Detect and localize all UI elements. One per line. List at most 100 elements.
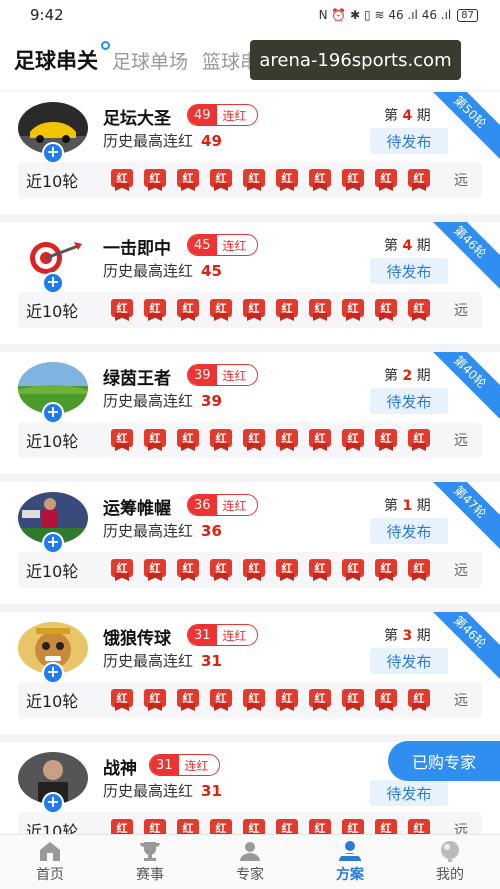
pending-publish-button[interactable]: 待发布 (370, 780, 448, 806)
win-badge-text: 红 (413, 432, 425, 445)
win-badge-icon: 红 (273, 427, 301, 453)
period-label: 第 4 期 (384, 238, 431, 254)
win-badge-icon: 红 (372, 557, 400, 583)
nav-label-home: 首页 (36, 867, 64, 883)
pending-publish-button[interactable]: 待发布 (370, 258, 448, 284)
win-badge-icon: 红 (273, 687, 301, 713)
win-badge-text: 红 (248, 562, 260, 575)
recent-label: 近10轮 (26, 692, 79, 711)
streak-badge: 45 连红 (187, 234, 258, 256)
streak-label: 连红 (222, 108, 247, 123)
win-badge-icon: 红 (405, 297, 433, 323)
win-badge-icon: 红 (240, 427, 268, 453)
win-badge-text: 红 (149, 172, 161, 185)
expert-card[interactable]: + 一击即中 45 连红 历史最高连红 45 第 4 期 待发布 第46轮 近10… (0, 222, 500, 344)
win-badge-icon: 红 (141, 427, 169, 453)
follow-plus-icon[interactable]: + (42, 142, 64, 164)
tab-football-parlay[interactable]: 足球串关 (14, 41, 110, 75)
win-badge-text: 红 (281, 432, 293, 445)
win-badge-text: 红 (380, 432, 392, 445)
win-badge-text: 红 (413, 302, 425, 315)
expert-card[interactable]: + 绿茵王者 39 连红 历史最高连红 39 第 2 期 待发布 第40轮 近10… (0, 352, 500, 474)
history-best: 历史最高连红 31 (103, 652, 222, 670)
win-badge-text: 红 (347, 302, 359, 315)
win-badge-text: 红 (215, 822, 227, 834)
streak-badge: 31 连红 (187, 624, 258, 646)
follow-plus-icon[interactable]: + (42, 792, 64, 814)
streak-badge: 36 连红 (187, 494, 258, 516)
status-icons: N ⏰ ✱ ▯ ≋ 46 .ıl 46 .ıl 87 (319, 8, 478, 22)
win-badge-icon: 红 (306, 557, 334, 583)
win-badge-text: 红 (149, 692, 161, 705)
purchased-experts-button[interactable]: 已购专家 (388, 741, 500, 781)
streak-badge: 39 连红 (187, 364, 258, 386)
expert-card[interactable]: + 足坛大圣 49 连红 历史最高连红 49 第 4 期 待发布 第50轮 近10… (0, 92, 500, 214)
win-badge-icon: 红 (339, 167, 367, 193)
win-badge-text: 红 (116, 172, 128, 185)
streak-count: 39 (188, 365, 217, 385)
win-badge-icon: 红 (108, 297, 136, 323)
win-badge-icon: 红 (240, 297, 268, 323)
pending-publish-button[interactable]: 待发布 (370, 388, 448, 414)
win-badge-icon: 红 (372, 167, 400, 193)
win-badge-text: 红 (248, 172, 260, 185)
win-badge-text: 红 (347, 822, 359, 834)
tab-football-single[interactable]: 足球单场 (112, 47, 188, 74)
nav-experts[interactable]: 专家 (200, 835, 300, 889)
results-list: 红红红红红红红红红红 (108, 557, 433, 583)
expert-name: 运筹帷幄 (103, 499, 171, 519)
history-best: 历史最高连红 45 (103, 262, 222, 280)
follow-plus-icon[interactable]: + (42, 662, 64, 684)
watermark-overlay: arena-196sports.com (250, 40, 461, 80)
win-badge-text: 红 (380, 302, 392, 315)
win-badge-text: 红 (182, 562, 194, 575)
win-badge-text: 红 (314, 302, 326, 315)
win-badge-text: 红 (182, 172, 194, 185)
win-badge-text: 红 (116, 692, 128, 705)
expert-card[interactable]: + 饿狼传球 31 连红 历史最高连红 31 第 3 期 待发布 第46轮 近10… (0, 612, 500, 734)
win-badge-icon: 红 (207, 557, 235, 583)
nav-profile[interactable]: 我的 (400, 835, 500, 889)
win-badge-icon: 红 (174, 297, 202, 323)
follow-plus-icon[interactable]: + (42, 402, 64, 424)
win-badge-text: 红 (314, 432, 326, 445)
far-label: 远 (454, 563, 468, 579)
win-badge-text: 红 (380, 172, 392, 185)
win-badge-text: 红 (314, 562, 326, 575)
recent-results-row: 近10轮 红 红 红 红 红 红 红 红 红 红 远 (18, 292, 482, 328)
streak-badge: 49 连红 (187, 104, 258, 126)
win-badge-text: 红 (347, 172, 359, 185)
pending-publish-button[interactable]: 待发布 (370, 648, 448, 674)
win-badge-text: 红 (215, 692, 227, 705)
win-badge-text: 红 (281, 822, 293, 834)
follow-plus-icon[interactable]: + (42, 532, 64, 554)
win-badge-text: 红 (347, 432, 359, 445)
streak-label: 连红 (222, 368, 247, 383)
win-badge-icon: 红 (108, 687, 136, 713)
win-badge-text: 红 (215, 302, 227, 315)
recent-label: 近10轮 (26, 822, 79, 834)
win-badge-icon: 红 (306, 167, 334, 193)
nav-home[interactable]: 首页 (0, 835, 100, 889)
expert-card[interactable]: + 运筹帷幄 36 连红 历史最高连红 36 第 1 期 待发布 第47轮 近10… (0, 482, 500, 604)
nav-label-profile: 我的 (436, 867, 464, 883)
win-badge-icon: 红 (273, 817, 301, 834)
home-icon (40, 842, 60, 861)
win-badge-icon: 红 (207, 297, 235, 323)
expert-list: + 足坛大圣 49 连红 历史最高连红 49 第 4 期 待发布 第50轮 近10… (0, 92, 500, 834)
streak-count: 49 (188, 105, 217, 125)
win-badge-text: 红 (116, 822, 128, 834)
recent-results-row: 近10轮 红 红 红 红 红 红 红 红 红 红 远 (18, 682, 482, 718)
win-badge-icon: 红 (372, 817, 400, 834)
results-list: 红红红红红红红红红红 (108, 167, 433, 193)
status-signal-icons: N ⏰ ✱ ▯ ≋ 46 .ıl 46 .ıl (318, 8, 452, 22)
follow-plus-icon[interactable]: + (42, 272, 64, 294)
win-badge-icon: 红 (174, 557, 202, 583)
far-label: 远 (454, 173, 468, 189)
pending-publish-button[interactable]: 待发布 (370, 128, 448, 154)
pending-publish-button[interactable]: 待发布 (370, 518, 448, 544)
win-badge-text: 红 (248, 302, 260, 315)
nav-events[interactable]: 赛事 (100, 835, 200, 889)
nav-plans[interactable]: 方案 (300, 835, 400, 889)
streak-count: 31 (188, 625, 217, 645)
